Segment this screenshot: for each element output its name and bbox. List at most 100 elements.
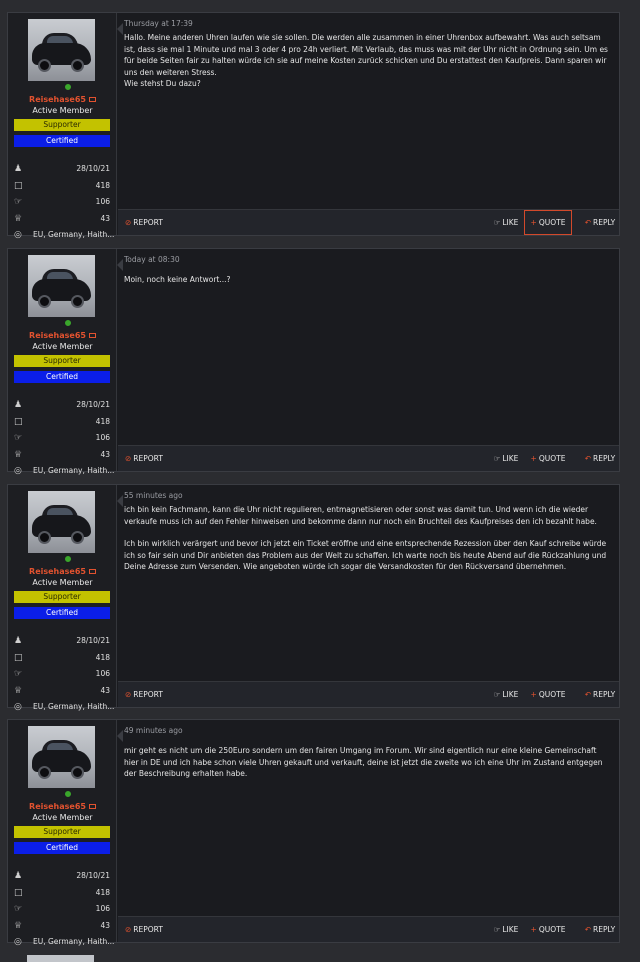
post: Reisehase65 Active Member Supporter Cert… <box>7 484 620 712</box>
post-date[interactable]: Today at 08:30 <box>124 255 180 264</box>
post: Reisehase65 Active Member Supporter Cert… <box>7 719 620 947</box>
username-row[interactable]: Reisehase65 <box>8 567 117 576</box>
message-body: ich bin kein Fachmann, kann die Uhr nich… <box>124 504 613 573</box>
next-post-avatar <box>27 955 94 962</box>
message-paragraph: mir geht es nicht um die 250Euro sondern… <box>124 746 603 778</box>
stat-points-value: 43 <box>100 921 110 930</box>
stat-joined-value: 28/10/21 <box>76 164 110 173</box>
envelope-icon[interactable] <box>88 569 96 574</box>
post-date[interactable]: 49 minutes ago <box>124 726 183 735</box>
trophy-icon: ♕ <box>14 686 23 696</box>
stat-joined: ♟ 28/10/21 <box>14 635 110 647</box>
message-arrow <box>117 23 123 35</box>
thumbs-up-icon: ☞ <box>493 454 501 463</box>
map-pin-icon: ◎ <box>14 230 22 240</box>
stat-messages: □ 418 <box>14 180 110 192</box>
reply-button[interactable]: ↶ REPLY <box>580 446 620 472</box>
report-button[interactable]: ⊘ REPORT <box>125 682 163 708</box>
username[interactable]: Reisehase65 <box>29 567 86 576</box>
message-area: 49 minutes ago mir geht es nicht um die … <box>117 720 619 942</box>
post-date[interactable]: 55 minutes ago <box>124 491 183 500</box>
message-body: mir geht es nicht um die 250Euro sondern… <box>124 745 613 780</box>
report-button[interactable]: ⊘ REPORT <box>125 917 163 943</box>
username[interactable]: Reisehase65 <box>29 331 86 340</box>
stat-reactions: ☞ 106 <box>14 903 110 915</box>
stat-messages-value: 418 <box>95 181 110 190</box>
like-button[interactable]: ☞ LIKE <box>491 682 521 708</box>
reply-label: REPLY <box>593 690 616 699</box>
reply-icon: ↶ <box>584 454 592 463</box>
message-paragraph: Hallo. Meine anderen Uhren laufen wie si… <box>124 33 608 88</box>
certified-banner: Certified <box>14 607 110 619</box>
quote-button[interactable]: + QUOTE <box>524 446 572 472</box>
quote-button[interactable]: + QUOTE <box>524 917 572 943</box>
stat-messages-value: 418 <box>95 888 110 897</box>
thumbs-up-icon: ☞ <box>493 218 501 227</box>
trophy-icon: ♕ <box>14 921 23 931</box>
avatar[interactable] <box>28 255 95 317</box>
post: Reisehase65 Active Member Supporter Cert… <box>7 248 620 476</box>
reply-button[interactable]: ↶ REPLY <box>580 917 620 943</box>
avatar[interactable] <box>28 19 95 81</box>
online-status-icon <box>64 83 72 91</box>
like-button[interactable]: ☞ LIKE <box>491 917 521 943</box>
message-paragraph: Ich bin wirklich verärgert und bevor ich… <box>124 539 607 571</box>
envelope-icon[interactable] <box>88 97 96 102</box>
like-label: LIKE <box>502 690 519 699</box>
reply-button[interactable]: ↶ REPLY <box>580 210 620 236</box>
map-pin-icon: ◎ <box>14 466 22 476</box>
report-button[interactable]: ⊘ REPORT <box>125 210 163 236</box>
quote-button[interactable]: + QUOTE <box>524 682 572 708</box>
user-title: Active Member <box>32 578 93 587</box>
stat-messages: □ 418 <box>14 416 110 428</box>
stat-location-value: EU, Germany, Haith... <box>33 702 115 711</box>
envelope-icon[interactable] <box>88 804 96 809</box>
avatar[interactable] <box>28 491 95 553</box>
envelope-icon[interactable] <box>88 333 96 338</box>
avatar[interactable] <box>28 726 95 788</box>
stat-location-value: EU, Germany, Haith... <box>33 230 115 239</box>
thumbs-up-icon: ☞ <box>493 925 501 934</box>
message-paragraph: ich bin kein Fachmann, kann die Uhr nich… <box>124 505 597 526</box>
post-date[interactable]: Thursday at 17:39 <box>124 19 193 28</box>
reply-icon: ↶ <box>584 925 592 934</box>
report-icon: ⊘ <box>125 454 132 463</box>
user-info: Reisehase65 Active Member Supporter Cert… <box>8 720 117 947</box>
like-button[interactable]: ☞ LIKE <box>491 446 521 472</box>
post-actions: ⊘ REPORT ☞ LIKE + QUOTE ↶ REPLY <box>118 916 619 942</box>
username[interactable]: Reisehase65 <box>29 802 86 811</box>
message-area: 55 minutes ago ich bin kein Fachmann, ka… <box>117 485 619 707</box>
stat-joined: ♟ 28/10/21 <box>14 399 110 411</box>
username-row[interactable]: Reisehase65 <box>8 331 117 340</box>
supporter-banner: Supporter <box>14 355 110 367</box>
quote-icon: + <box>530 690 537 699</box>
user-info: Reisehase65 Active Member Supporter Cert… <box>8 249 117 476</box>
username-row[interactable]: Reisehase65 <box>8 95 117 104</box>
report-button[interactable]: ⊘ REPORT <box>125 446 163 472</box>
stat-joined: ♟ 28/10/21 <box>14 163 110 175</box>
username[interactable]: Reisehase65 <box>29 95 86 104</box>
like-label: LIKE <box>502 454 519 463</box>
message-paragraph: Moin, noch keine Antwort...? <box>124 275 231 284</box>
reply-button[interactable]: ↶ REPLY <box>580 682 620 708</box>
like-button[interactable]: ☞ LIKE <box>491 210 521 236</box>
quote-icon: + <box>530 925 537 934</box>
message-area: Today at 08:30 Moin, noch keine Antwort.… <box>117 249 620 472</box>
user-icon: ♟ <box>14 871 23 881</box>
stat-points: ♕ 43 <box>14 449 110 461</box>
stat-points-value: 43 <box>100 214 110 223</box>
stat-reactions-value: 106 <box>95 669 110 678</box>
stat-messages: □ 418 <box>14 652 110 664</box>
stat-location: ◎ EU, Germany, Haith... <box>14 701 114 713</box>
stat-reactions: ☞ 106 <box>14 196 110 208</box>
username-row[interactable]: Reisehase65 <box>8 802 117 811</box>
post-actions: ⊘ REPORT ☞ LIKE + QUOTE ↶ REPLY <box>118 681 619 707</box>
stat-reactions: ☞ 106 <box>14 668 110 680</box>
certified-banner: Certified <box>14 842 110 854</box>
stat-points-value: 43 <box>100 450 110 459</box>
user-icon: ♟ <box>14 164 23 174</box>
stat-location: ◎ EU, Germany, Haith... <box>14 229 114 241</box>
quote-button[interactable]: + QUOTE <box>524 210 572 235</box>
reply-label: REPLY <box>593 925 616 934</box>
report-label: REPORT <box>133 690 163 699</box>
